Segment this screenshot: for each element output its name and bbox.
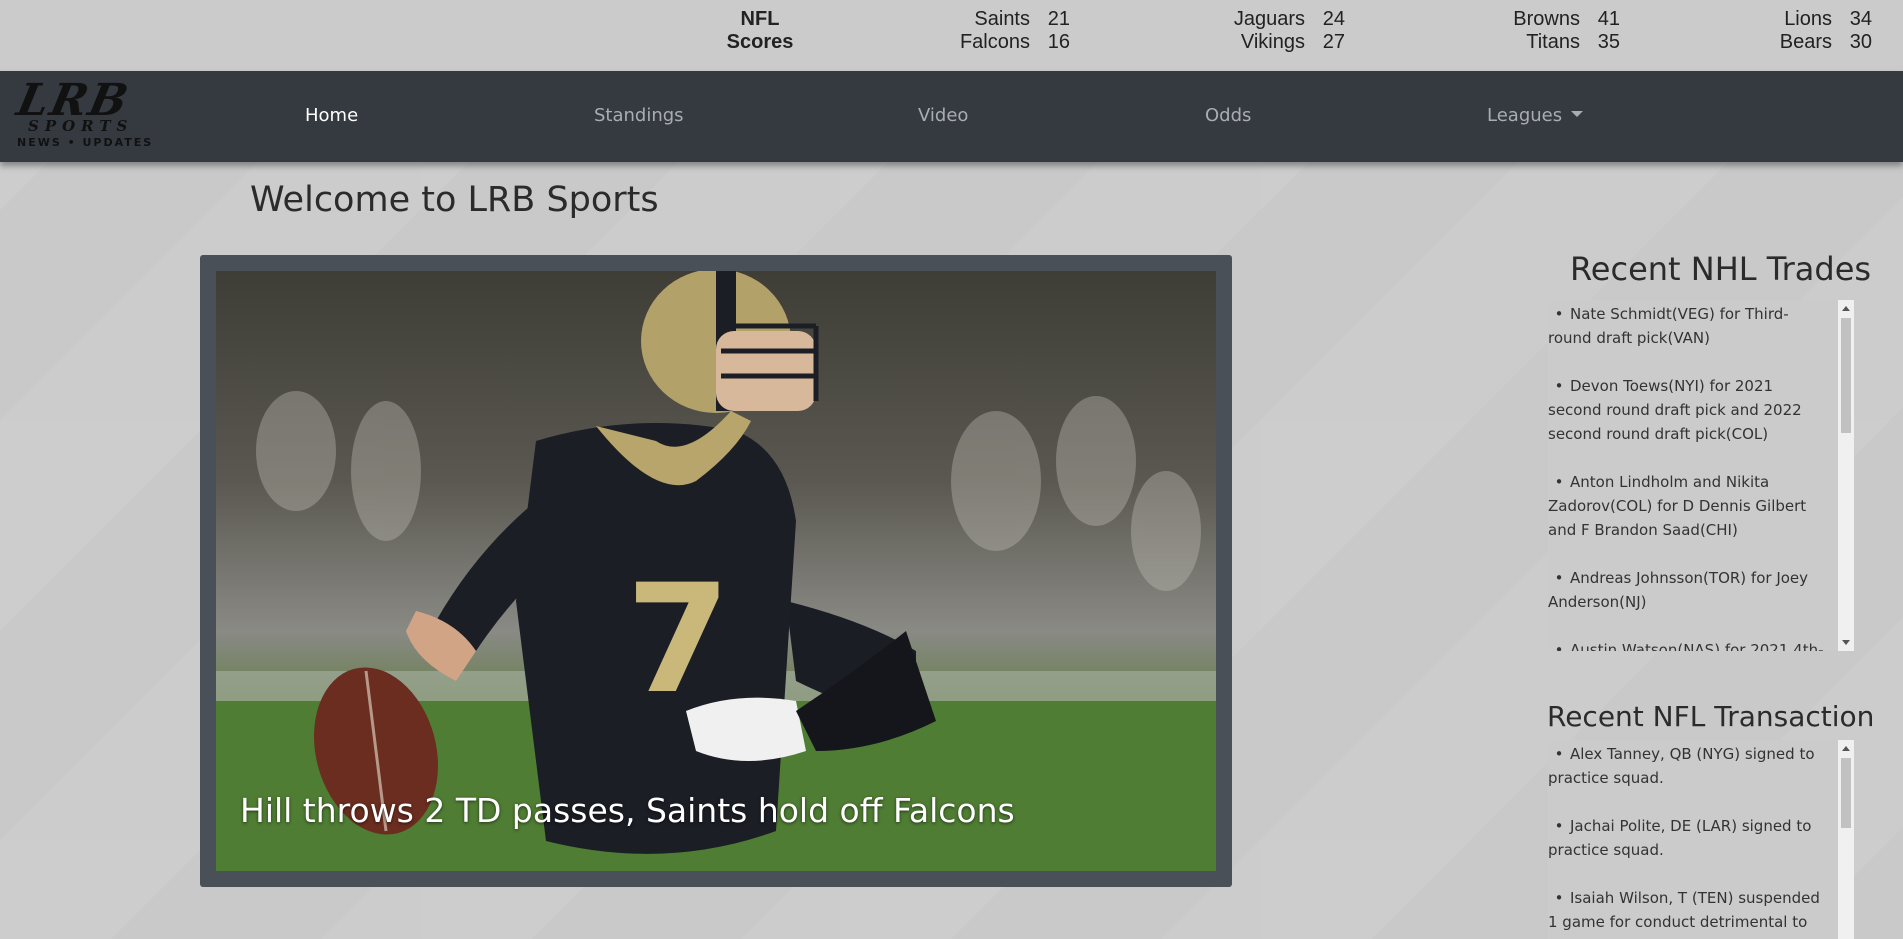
- score-game[interactable]: Jaguars 24 Vikings 27: [1175, 8, 1345, 54]
- scroll-up-icon[interactable]: [1842, 306, 1850, 311]
- score-game[interactable]: Lions 34 Bears 30: [1700, 8, 1872, 54]
- team-score: 27: [1322, 31, 1345, 53]
- nfl-transactions-title: Recent NFL Transaction: [1547, 700, 1875, 733]
- team-name: Vikings: [1240, 31, 1305, 53]
- scroll-thumb[interactable]: [1841, 758, 1851, 828]
- scroll-up-icon[interactable]: [1842, 746, 1850, 751]
- nav-leagues-dropdown[interactable]: Leagues: [1487, 105, 1584, 126]
- brand-logo[interactable]: LRB SPORTS NEWS • UPDATES: [13, 75, 154, 159]
- nhl-trades-scrollbar[interactable]: [1838, 300, 1854, 651]
- logo-tagline: NEWS • UPDATES: [17, 136, 154, 149]
- score-game[interactable]: Browns 41 Titans 35: [1450, 8, 1620, 54]
- jersey-number: 7: [626, 553, 730, 727]
- team-name: Browns: [1513, 8, 1580, 30]
- list-item: Austin Watson(NAS) for 2021 4th-: [1548, 638, 1828, 651]
- nfl-transactions-scrollbar[interactable]: [1838, 740, 1854, 939]
- scoreboard: NFL Scores Saints 21 Falcons 16 Jaguars 24 …: [0, 0, 1903, 71]
- team-score: 41: [1597, 8, 1620, 30]
- team-name: Bears: [1779, 31, 1832, 53]
- nhl-trades-list-box[interactable]: Nate Schmidt(VEG) for Third-round draft …: [1548, 300, 1854, 651]
- team-name: Titans: [1526, 31, 1580, 53]
- hero-image: 7 Hill throws 2 TD passes, Saints hold o…: [216, 271, 1216, 871]
- team-name: Jaguars: [1233, 8, 1305, 30]
- team-name: Falcons: [959, 31, 1030, 53]
- team-score: 30: [1849, 31, 1872, 53]
- nav-standings[interactable]: Standings: [594, 105, 684, 126]
- scroll-thumb[interactable]: [1841, 318, 1851, 433]
- team-score: 24: [1322, 8, 1345, 30]
- list-item: Devon Toews(NYI) for 2021 second round d…: [1548, 374, 1828, 446]
- team-name: Lions: [1784, 8, 1832, 30]
- team-score: 21: [1047, 8, 1070, 30]
- list-item: Anton Lindholm and Nikita Zadorov(COL) f…: [1548, 470, 1828, 542]
- list-item: Alex Tanney, QB (NYG) signed to practice…: [1548, 742, 1828, 790]
- hero-caption[interactable]: Hill throws 2 TD passes, Saints hold off…: [240, 791, 1015, 830]
- logo-subtext: SPORTS: [28, 117, 134, 135]
- caret-down-icon: [1571, 111, 1584, 117]
- nav-video[interactable]: Video: [918, 105, 968, 126]
- team-score: 35: [1597, 31, 1620, 53]
- nhl-trades-title: Recent NHL Trades: [1570, 250, 1872, 288]
- nav-home[interactable]: Home: [305, 105, 358, 126]
- team-score: 34: [1849, 8, 1872, 30]
- team-name: Saints: [974, 8, 1030, 30]
- football-player-illustration: 7: [216, 271, 1216, 871]
- team-score: 16: [1047, 31, 1070, 53]
- list-item: Nate Schmidt(VEG) for Third-round draft …: [1548, 302, 1828, 350]
- nfl-transactions-list-box[interactable]: Alex Tanney, QB (NYG) signed to practice…: [1548, 740, 1854, 939]
- list-item: Andreas Johnsson(TOR) for Joey Anderson(…: [1548, 566, 1828, 614]
- list-item: Jachai Polite, DE (LAR) signed to practi…: [1548, 814, 1828, 862]
- scroll-down-icon[interactable]: [1842, 640, 1850, 645]
- hero-card[interactable]: 7 Hill throws 2 TD passes, Saints hold o…: [200, 255, 1232, 887]
- scoreboard-label: NFL Scores: [726, 8, 794, 53]
- list-item: Isaiah Wilson, T (TEN) suspended 1 game …: [1548, 886, 1828, 939]
- navbar: LRB SPORTS NEWS • UPDATES Home Standings…: [0, 71, 1903, 162]
- nav-odds[interactable]: Odds: [1205, 105, 1251, 126]
- nav-leagues-label: Leagues: [1487, 105, 1563, 126]
- page-title: Welcome to LRB Sports: [250, 180, 659, 220]
- score-game[interactable]: Saints 21 Falcons 16: [900, 8, 1070, 54]
